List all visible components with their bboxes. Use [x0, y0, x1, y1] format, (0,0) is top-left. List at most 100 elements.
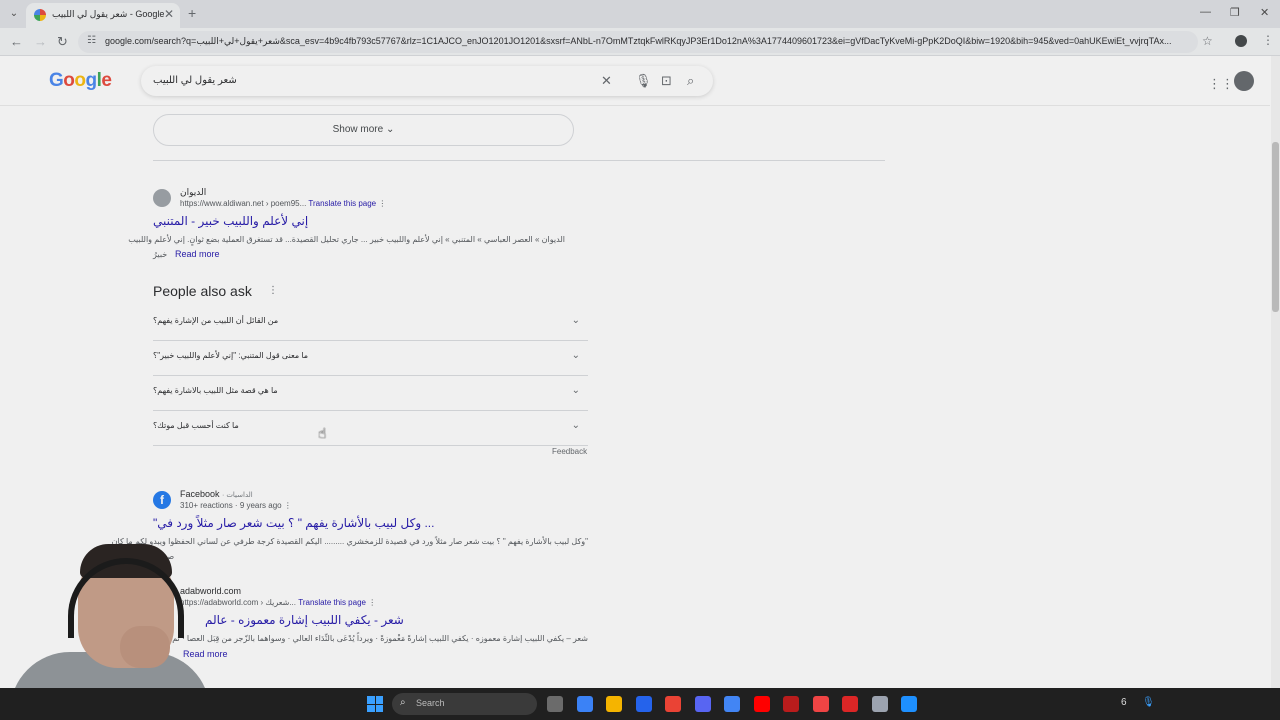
result-menu-icon[interactable]: ⋮ — [284, 501, 292, 510]
paa-menu-icon[interactable]: ⋮ — [268, 285, 278, 296]
taskbar-app-icon[interactable] — [635, 696, 652, 712]
webcam-person-hand — [120, 626, 170, 668]
result2-title[interactable]: "وكل لبيب بالأشارة يفهم " ؟ بيت شعر صار … — [153, 516, 434, 530]
result1-snippet: الديوان » العصر العباسي » المتنبي » إني … — [128, 235, 565, 244]
paa-question[interactable]: ما هي قصة مثل اللبيب بالاشارة يفهم؟ ⌄ — [153, 376, 588, 411]
search-box[interactable]: شعر يقول لي اللبيب ✕ 🎙 ⊡ ⌕ — [141, 66, 713, 96]
site-info-icon[interactable]: ☷ — [87, 35, 96, 46]
url-text: google.com/search?q=شعر+يقول+لي+اللبيب&s… — [105, 36, 1172, 46]
browser-tab[interactable]: شعر يقول لي اللبيب - Google Search ✕ — [26, 3, 180, 28]
result-menu-icon[interactable]: ⋮ — [378, 199, 386, 208]
clear-icon[interactable]: ✕ — [601, 73, 612, 89]
reload-icon[interactable]: ↻ — [57, 34, 68, 50]
search-input[interactable]: شعر يقول لي اللبيب — [153, 75, 237, 86]
paa-question-text: ما هي قصة مثل اللبيب بالاشارة يفهم؟ — [153, 386, 278, 395]
taskbar-app-icon[interactable] — [606, 696, 622, 712]
logo-letter: o — [74, 70, 86, 91]
paa-question-text: ما كنت أحسب قبل موتك؟ — [153, 421, 239, 430]
mouse-cursor-icon: ☝ — [318, 425, 327, 441]
paa-question[interactable]: ما كنت أحسب قبل موتك؟ ⌄ — [153, 411, 588, 446]
result1-snippet-end: خبيرُ — [153, 250, 168, 259]
people-also-ask-heading: People also ask — [153, 283, 252, 299]
paa-question[interactable]: ما معنى قول المتنبي: "إني لأعلم واللبيب … — [153, 341, 588, 376]
google-header: Google شعر يقول لي اللبيب ✕ 🎙 ⊡ ⌕ — [0, 56, 1270, 106]
chrome-profile-icon[interactable] — [1235, 35, 1247, 47]
result1-url-text: https://www.aldiwan.net › poem95... — [180, 199, 307, 208]
taskbar-app-icon[interactable] — [694, 696, 711, 712]
chevron-down-icon: ⌄ — [571, 420, 580, 431]
avatar[interactable] — [1234, 71, 1254, 91]
translate-link[interactable]: Translate this page — [298, 598, 366, 607]
taskbar: ⌕ Search 6 🎙 — [0, 688, 1280, 720]
tab-search-chevron-icon[interactable]: ⌄ — [6, 6, 22, 22]
search-icon: ⌕ — [400, 697, 406, 708]
tab-close-icon[interactable]: ✕ — [164, 7, 174, 21]
taskbar-app-icon[interactable] — [724, 696, 740, 712]
minimize-icon[interactable]: — — [1200, 6, 1211, 18]
scrollbar-thumb[interactable] — [1272, 142, 1279, 312]
taskbar-app-icon[interactable] — [842, 696, 858, 712]
read-more-link[interactable]: Read more — [175, 249, 220, 259]
paa-question-text: من القائل أن اللبيب من الإشارة يفهم؟ — [153, 316, 279, 325]
divider — [153, 160, 885, 161]
chrome-menu-icon[interactable]: ⋮ — [1262, 33, 1274, 47]
feedback-link[interactable]: Feedback — [552, 447, 587, 456]
chevron-down-icon: ⌄ — [571, 385, 580, 396]
microphone-tray-icon[interactable]: 🎙 — [1142, 697, 1155, 708]
result1-url[interactable]: https://www.aldiwan.net › poem95... Tran… — [180, 199, 386, 208]
result3-snippet: شعر – يكفي اللبيب إشارة معموزه · يكفي ال… — [152, 634, 588, 643]
chevron-down-icon: ⌄ — [385, 124, 395, 135]
window-close-icon[interactable]: ✕ — [1260, 6, 1269, 19]
result2-meta-text: 310+ reactions · 9 years ago — [180, 501, 282, 510]
logo-letter: G — [49, 70, 64, 91]
taskbar-app-icon[interactable] — [812, 696, 829, 712]
show-more-button[interactable]: Show more ⌄ — [153, 114, 574, 146]
taskbar-search[interactable]: ⌕ Search — [392, 693, 537, 715]
result1-title[interactable]: إني لأعلم واللبيب خبير - المتنبي — [153, 214, 308, 228]
aldiwan-favicon-icon — [153, 189, 171, 207]
maximize-icon[interactable]: ❐ — [1230, 6, 1240, 19]
windows-start-icon[interactable] — [367, 696, 383, 712]
new-tab-button[interactable]: + — [188, 5, 196, 21]
paa-question[interactable]: من القائل أن اللبيب من الإشارة يفهم؟ ⌄ — [153, 306, 588, 341]
taskbar-app-icon[interactable] — [665, 696, 681, 712]
facebook-icon: f — [153, 491, 171, 509]
browser-toolbar: ← → ↻ ☷ google.com/search?q=شعر+يقول+لي+… — [0, 28, 1280, 56]
paa-question-text: ما معنى قول المتنبي: "إني لأعلم واللبيب … — [153, 351, 309, 360]
tab-title: شعر يقول لي اللبيب - Google Search — [52, 9, 164, 19]
logo-letter: o — [63, 70, 75, 91]
search-icon[interactable]: ⌕ — [687, 73, 694, 89]
result3-title[interactable]: شعر - يكفي اللبيب إشارة معموزه - عالم — [205, 613, 404, 627]
result2-meta: 310+ reactions · 9 years ago ⋮ — [180, 501, 292, 510]
result2-site-sub: · الداسيات — [222, 492, 253, 499]
chevron-down-icon: ⌄ — [571, 315, 580, 326]
forward-arrow-icon[interactable]: → — [34, 34, 47, 49]
taskbar-app-icon[interactable] — [901, 696, 917, 712]
tray-number: 6 — [1121, 697, 1127, 708]
chevron-down-icon: ⌄ — [571, 350, 580, 361]
logo-letter: e — [101, 70, 112, 91]
result-menu-icon[interactable]: ⋮ — [368, 598, 376, 607]
result2-snippet: "وكل لبيب بالأشارة يفهم " ؟ بيت شعر صار … — [111, 537, 588, 546]
microphone-icon[interactable]: 🎙 — [635, 73, 652, 89]
lens-icon[interactable]: ⊡ — [661, 73, 672, 89]
bookmark-star-icon[interactable]: ☆ — [1202, 34, 1213, 48]
result2-site: Facebook · الداسيات — [180, 489, 253, 499]
taskbar-app-icon[interactable] — [753, 696, 770, 712]
back-arrow-icon[interactable]: ← — [10, 34, 23, 49]
show-more-label: Show more — [332, 124, 384, 135]
result2-site-name: Facebook — [180, 489, 220, 499]
taskbar-app-icon[interactable] — [576, 696, 593, 712]
webcam-overlay — [0, 540, 215, 688]
taskbar-search-placeholder: Search — [416, 698, 445, 708]
translate-link[interactable]: Translate this page — [308, 199, 376, 208]
result1-site-name: الديوان — [180, 187, 207, 197]
address-bar[interactable]: ☷ google.com/search?q=شعر+يقول+لي+اللبيب… — [78, 31, 1198, 53]
tab-strip: ⌄ شعر يقول لي اللبيب - Google Search ✕ +… — [0, 0, 1280, 28]
taskbar-app-icon[interactable] — [871, 696, 888, 712]
logo-letter: g — [85, 70, 98, 91]
google-favicon-icon — [34, 9, 46, 21]
taskbar-app-icon[interactable] — [783, 696, 799, 712]
taskbar-app-icon[interactable] — [547, 696, 563, 712]
google-logo[interactable]: Google — [49, 70, 112, 92]
